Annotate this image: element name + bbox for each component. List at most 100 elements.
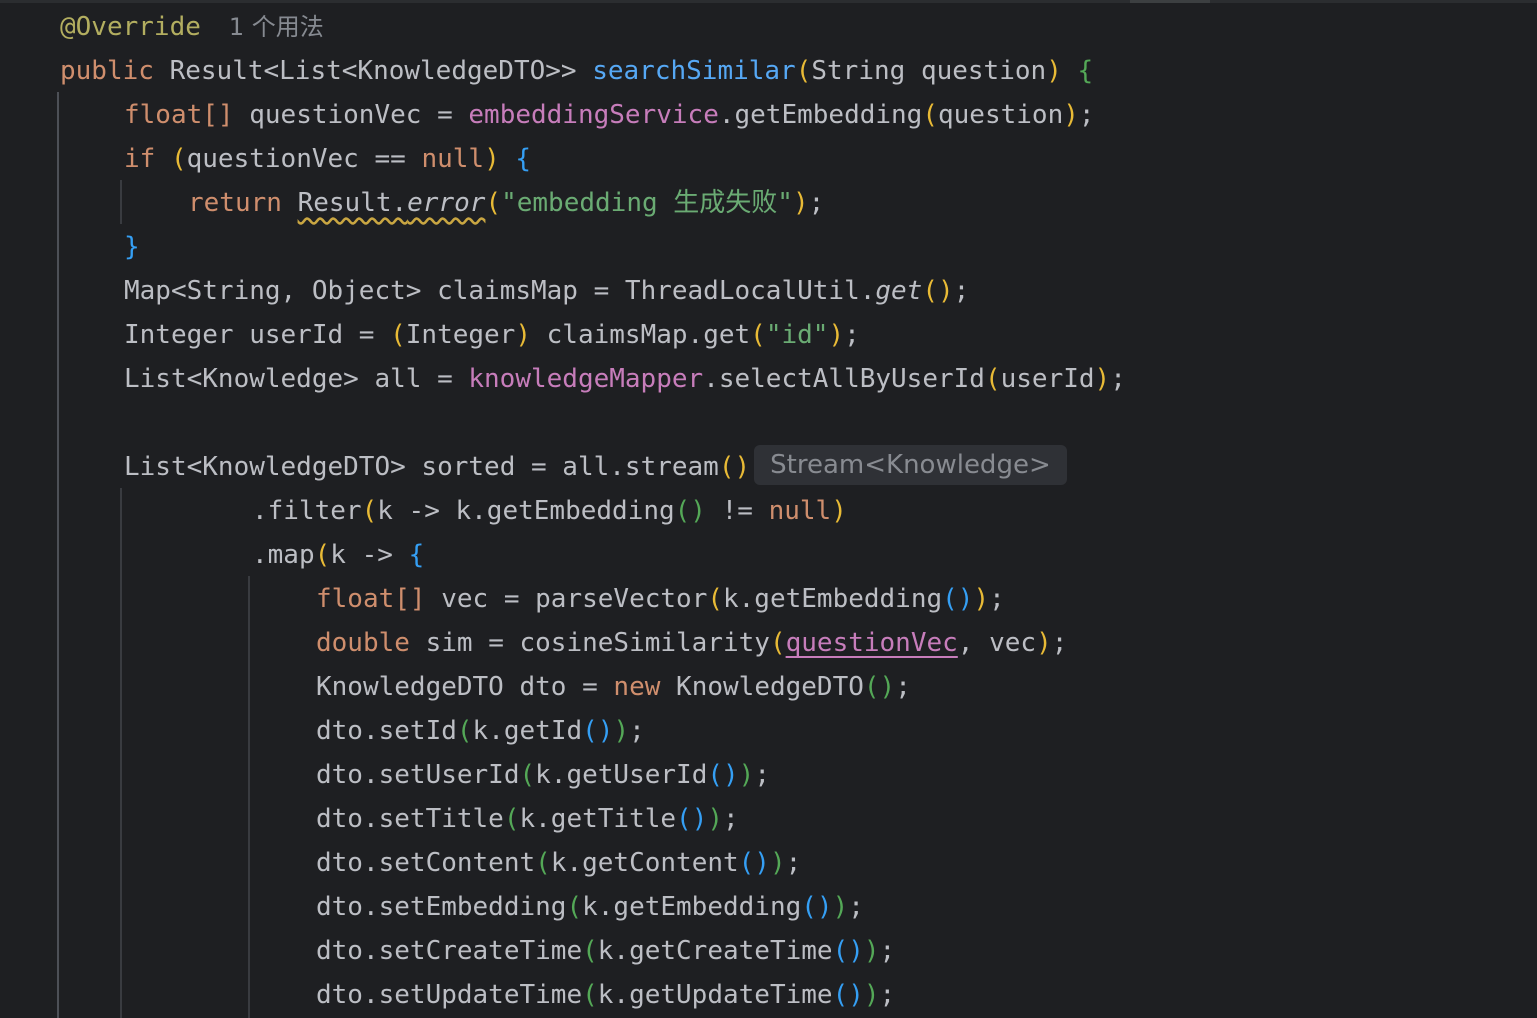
code-token: String question <box>811 56 1047 86</box>
code-line[interactable]: @Override 1 个用法 <box>60 5 324 49</box>
code-token: error <box>407 188 486 218</box>
code-token: ) <box>1063 100 1079 130</box>
code-token: k -> <box>330 540 409 570</box>
indent-guide-if-block <box>120 180 122 224</box>
code-token: ) <box>613 716 630 746</box>
code-token: k.getEmbedding <box>582 892 802 922</box>
code-token: ) <box>707 804 724 834</box>
code-token: ) <box>769 848 786 878</box>
code-token: ( <box>503 804 520 834</box>
code-token: ( <box>170 144 187 174</box>
code-token: () <box>832 980 864 1010</box>
code-token: k.getUpdateTime <box>597 980 833 1010</box>
code-editor[interactable]: @Override 1 个用法 public Result<List<Knowled… <box>0 0 1537 1018</box>
code-token: ) <box>832 892 849 922</box>
code-token: ) <box>1046 56 1078 86</box>
code-token: searchSimilar <box>592 56 796 86</box>
code-line[interactable]: dto.setEmbedding(k.getEmbedding()); <box>316 885 864 929</box>
usage-count-hint[interactable]: 1 个用法 <box>229 13 324 41</box>
code-line[interactable]: .filter(k -> k.getEmbedding() != null) <box>252 489 847 533</box>
code-token: float[] <box>316 584 442 614</box>
code-token: dto.setCreateTime <box>316 936 583 966</box>
code-token: () <box>676 804 708 834</box>
code-token: question <box>938 100 1064 130</box>
code-token: Integer userId = <box>124 320 391 350</box>
code-token: questionVec = <box>249 100 469 130</box>
code-line[interactable]: float[] questionVec = embeddingService.g… <box>124 93 1095 137</box>
code-line[interactable]: Integer userId = (Integer) claimsMap.get… <box>124 313 860 357</box>
code-line[interactable]: dto.setUpdateTime(k.getUpdateTime()); <box>316 973 895 1017</box>
code-token: "id" <box>765 320 829 350</box>
code-line[interactable]: public Result<List<KnowledgeDTO>> search… <box>60 49 1093 93</box>
code-line[interactable]: KnowledgeDTO dto = new KnowledgeDTO(); <box>316 665 911 709</box>
code-token: { <box>408 540 425 570</box>
code-token: KnowledgeDTO <box>676 672 864 702</box>
code-token: k.getUserId <box>535 760 708 790</box>
code-token: ; <box>754 760 770 790</box>
type-inlay-hint: Stream<Knowledge> <box>754 445 1067 485</box>
code-token: ) <box>831 496 847 526</box>
code-token: ( <box>535 848 551 878</box>
code-line[interactable]: dto.setContent(k.getContent()); <box>316 841 801 885</box>
code-token: dto.setTitle <box>316 804 504 834</box>
code-token: } <box>124 232 140 262</box>
code-token: ) <box>828 320 845 350</box>
code-line[interactable]: List<Knowledge> all = knowledgeMapper.se… <box>124 357 1126 401</box>
code-token: @Override <box>60 12 201 42</box>
code-token: () <box>674 496 722 526</box>
code-token: ; <box>1078 100 1095 130</box>
code-token: ; <box>723 804 739 834</box>
indent-guide-stream-chain <box>120 488 122 1018</box>
code-token: questionVec == <box>186 144 422 174</box>
code-token: ; <box>879 936 896 966</box>
code-token: dto.setUserId <box>316 760 520 790</box>
code-token: return <box>188 188 298 218</box>
code-token: sorted = all.stream <box>421 452 719 482</box>
code-token: vec = parseVector <box>441 584 708 614</box>
code-token: double <box>316 628 426 658</box>
code-line[interactable]: double sim = cosineSimilarity(questionVe… <box>316 621 1067 665</box>
code-token: ( <box>485 188 502 218</box>
code-token: Result<List<KnowledgeDTO>> <box>169 56 593 86</box>
code-line[interactable]: Map<String, Object> claimsMap = ThreadLo… <box>124 269 969 313</box>
code-token: Integer <box>405 320 516 350</box>
code-line[interactable]: dto.setCreateTime(k.getCreateTime()); <box>316 929 895 973</box>
code-token: { <box>515 144 532 174</box>
code-token: () <box>942 584 974 614</box>
code-token: k.getId <box>472 716 583 746</box>
code-line[interactable]: } <box>124 225 140 269</box>
code-token: claimsMap = ThreadLocalUtil. <box>437 276 876 306</box>
code-token: embeddingService <box>468 100 719 130</box>
code-token: float[] <box>124 100 250 130</box>
code-token: ) <box>1036 628 1052 658</box>
code-line[interactable]: dto.setUserId(k.getUserId()); <box>316 753 770 797</box>
code-token: sim = cosineSimilarity <box>425 628 770 658</box>
horizontal-scroll-thumb[interactable] <box>1130 0 1210 3</box>
code-token: Map<String, Object> <box>124 276 438 306</box>
code-token: ( <box>456 716 473 746</box>
code-token: () <box>707 760 739 790</box>
code-token: () <box>832 936 864 966</box>
code-line[interactable]: List<KnowledgeDTO> sorted = all.stream()… <box>124 445 1067 489</box>
code-token: ; <box>879 980 896 1010</box>
code-token: () <box>718 452 751 482</box>
code-token: .filter <box>252 496 362 526</box>
code-line[interactable]: dto.setTitle(k.getTitle()); <box>316 797 739 841</box>
code-token: questionVec <box>785 628 958 658</box>
code-token: ; <box>785 848 802 878</box>
code-line[interactable]: return Result.error("embedding 生成失败"); <box>188 181 824 225</box>
code-line[interactable]: .map(k -> { <box>252 533 424 577</box>
code-token: .getEmbedding <box>718 100 923 130</box>
code-token: ( <box>582 980 598 1010</box>
code-line[interactable]: dto.setId(k.getId()); <box>316 709 645 753</box>
code-line[interactable]: if (questionVec == null) { <box>124 137 531 181</box>
code-token: ) <box>973 584 990 614</box>
code-token: ( <box>390 320 406 350</box>
code-token: dto.setId <box>316 716 457 746</box>
code-token: ) <box>863 980 880 1010</box>
code-token: ( <box>707 584 723 614</box>
code-token: () <box>863 672 896 702</box>
code-line[interactable]: float[] vec = parseVector(k.getEmbedding… <box>316 577 1005 621</box>
code-token: claimsMap.get <box>546 320 751 350</box>
code-token: if <box>124 144 171 174</box>
